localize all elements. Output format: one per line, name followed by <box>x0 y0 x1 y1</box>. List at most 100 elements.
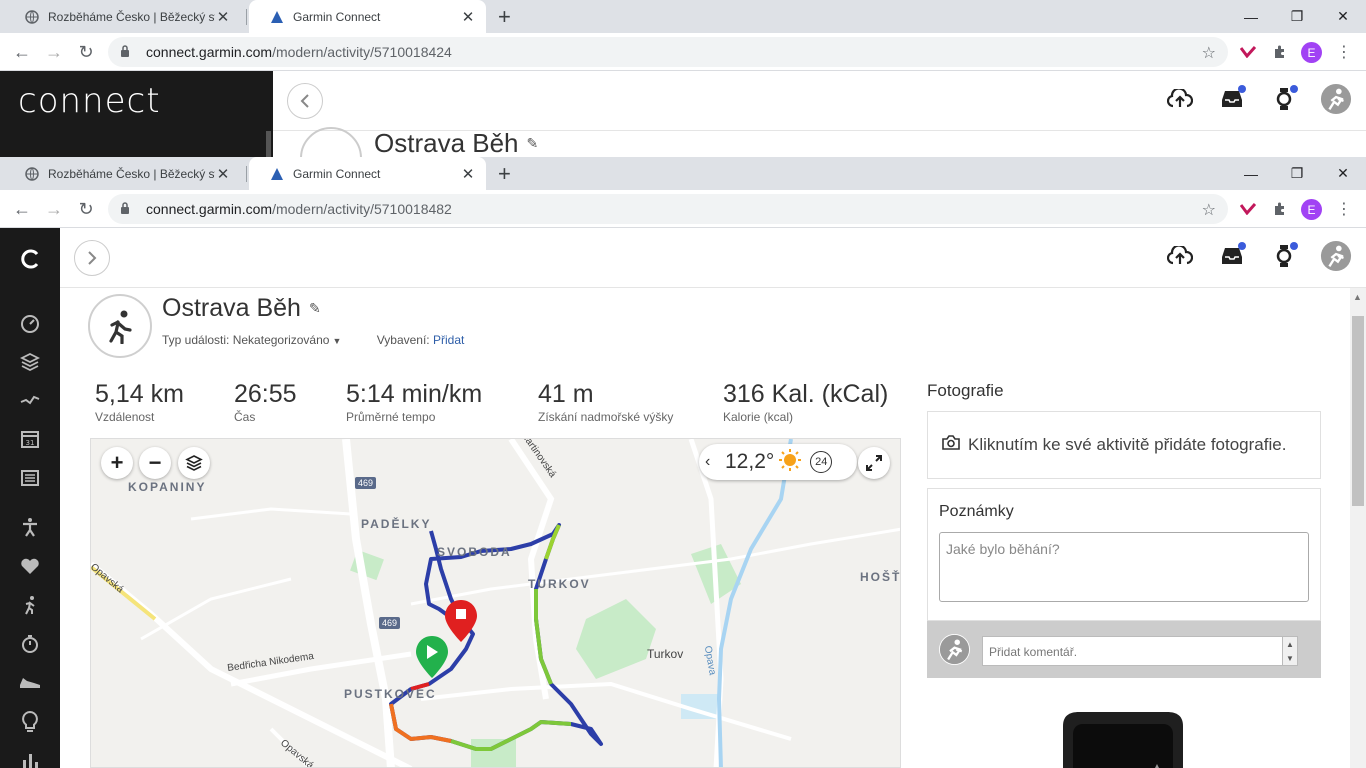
stopwatch-icon[interactable] <box>18 632 42 656</box>
close-tab-icon[interactable]: ✕ <box>215 165 231 183</box>
watch-device-icon[interactable] <box>1268 240 1300 272</box>
minimize-icon[interactable]: — <box>1228 157 1274 190</box>
dashboard-gauge-icon[interactable] <box>18 312 42 336</box>
bookmark-star-icon[interactable]: ☆ <box>1202 43 1216 63</box>
activity-header: Ostrava Běh ✎ Typ události: Nekategorizo… <box>88 294 464 358</box>
notes-title: Poznámky <box>939 503 1014 520</box>
extension-checkmark-icon[interactable] <box>1238 199 1258 219</box>
heart-health-icon[interactable] <box>18 554 42 578</box>
edit-pencil-icon[interactable]: ✎ <box>309 300 321 317</box>
scroll-up-icon[interactable]: ▲ <box>1353 292 1362 302</box>
event-type-label: Typ události: <box>162 333 230 347</box>
tab-separator <box>246 166 247 182</box>
event-type-dropdown[interactable]: Nekategorizováno ▼ <box>233 333 342 347</box>
sun-icon <box>778 448 802 477</box>
inbox-icon[interactable] <box>1216 83 1248 115</box>
upload-cloud-icon[interactable] <box>1164 240 1196 272</box>
user-avatar-icon[interactable] <box>1320 240 1352 272</box>
add-gear-link[interactable]: Přidat <box>433 333 464 347</box>
new-tab-icon[interactable]: + <box>498 161 511 187</box>
watch-device-icon[interactable] <box>1268 83 1300 115</box>
menu-dots-icon[interactable]: ⋮ <box>1334 42 1354 62</box>
url-path: /modern/activity/5710018482 <box>272 201 452 217</box>
comment-scroll-arrows[interactable]: ▲ ▼ <box>1282 636 1298 666</box>
tab-rozbehame[interactable]: Rozběháme Česko | Běžecký svět ✕ <box>4 0 241 33</box>
address-bar[interactable]: connect.garmin.com/modern/activity/57100… <box>108 37 1228 67</box>
map-label-turkov: TURKOV <box>528 577 591 591</box>
reload-icon[interactable]: ↻ <box>74 197 98 221</box>
close-tab-icon[interactable]: ✕ <box>460 8 476 26</box>
notification-dot <box>1290 242 1298 250</box>
back-arrow-icon[interactable]: ← <box>10 40 34 64</box>
zoom-out-button[interactable]: − <box>139 447 171 479</box>
edit-pencil-icon[interactable]: ✎ <box>527 135 539 152</box>
news-feed-icon[interactable] <box>18 466 42 490</box>
add-photos-box[interactable]: Kliknutím ke své aktivitě přidáte fotogr… <box>927 411 1321 479</box>
close-tab-icon[interactable]: ✕ <box>460 165 476 183</box>
close-window-icon[interactable]: ✕ <box>1320 0 1366 33</box>
extension-checkmark-icon[interactable] <box>1238 42 1258 62</box>
activity-map[interactable]: + − ‹ 12,2° 24 KOPANINY PADĚLKY SVOBODA … <box>90 438 901 768</box>
back-arrow-icon[interactable]: ← <box>10 197 34 221</box>
map-layers-button[interactable] <box>178 447 210 479</box>
sidebar-scrollbar[interactable] <box>266 131 271 157</box>
connect-c-logo-icon[interactable] <box>18 247 42 271</box>
extensions-puzzle-icon[interactable] <box>1270 199 1290 219</box>
zoom-in-button[interactable]: + <box>101 447 133 479</box>
bookmark-star-icon[interactable]: ☆ <box>1202 200 1216 220</box>
forward-arrow-icon[interactable]: → <box>42 40 66 64</box>
extensions-puzzle-icon[interactable] <box>1270 42 1290 62</box>
reload-icon[interactable]: ↻ <box>74 40 98 64</box>
upload-cloud-icon[interactable] <box>1164 83 1196 115</box>
back-garmin-app: connect Ostrava Běh ✎ <box>0 71 1366 157</box>
menu-dots-icon[interactable]: ⋮ <box>1334 199 1354 219</box>
window-controls: — ❐ ✕ <box>1228 157 1366 190</box>
minimize-icon[interactable]: — <box>1228 0 1274 33</box>
collapse-sidebar-button[interactable] <box>287 83 323 119</box>
fullscreen-expand-button[interactable] <box>858 447 890 479</box>
chevron-left-icon[interactable]: ‹ <box>705 453 719 471</box>
insights-bulb-icon[interactable] <box>18 710 42 734</box>
stat-label: Vzdálenost <box>95 410 155 424</box>
stat-time: 26:55 Čas <box>234 380 297 424</box>
activity-title[interactable]: Ostrava Běh <box>162 294 301 323</box>
tab-separator <box>246 9 247 25</box>
expand-sidebar-button[interactable] <box>74 240 110 276</box>
profile-avatar[interactable]: E <box>1301 199 1322 220</box>
profile-avatar[interactable]: E <box>1301 42 1322 63</box>
arrow-up-icon[interactable]: ▲ <box>1286 640 1294 649</box>
restore-icon[interactable]: ❐ <box>1274 157 1320 190</box>
page-scrollbar[interactable]: ▲ <box>1350 288 1366 768</box>
training-runner-icon[interactable] <box>18 593 42 617</box>
restore-icon[interactable]: ❐ <box>1274 0 1320 33</box>
notes-textarea[interactable]: Jaké bylo běhání? <box>939 532 1309 602</box>
close-window-icon[interactable]: ✕ <box>1320 157 1366 190</box>
scrollbar-thumb[interactable] <box>1352 316 1364 506</box>
tab-rozbehame[interactable]: Rozběháme Česko | Běžecký svět ✕ <box>4 157 241 190</box>
back-activity-title: Ostrava Běh <box>374 127 519 158</box>
layers-icon[interactable] <box>18 350 42 374</box>
reports-chart-icon[interactable] <box>18 748 42 768</box>
running-activity-icon[interactable] <box>88 294 152 358</box>
close-tab-icon[interactable]: ✕ <box>215 8 231 26</box>
connect-logo[interactable]: connect <box>18 81 161 121</box>
back-browser-window: Rozběháme Česko | Běžecký svět ✕ Garmin … <box>0 0 1366 157</box>
comment-input[interactable]: Přidat komentář. <box>982 636 1285 666</box>
fitness-person-icon[interactable] <box>18 515 42 539</box>
tab-garmin-connect[interactable]: Garmin Connect ✕ <box>249 0 486 33</box>
address-bar[interactable]: connect.garmin.com/modern/activity/57100… <box>108 194 1228 224</box>
tab-garmin-connect[interactable]: Garmin Connect ✕ <box>249 157 486 190</box>
lock-icon <box>120 201 134 217</box>
new-tab-icon[interactable]: + <box>498 4 511 30</box>
weather-widget[interactable]: ‹ 12,2° 24 <box>699 444 857 480</box>
arrow-down-icon[interactable]: ▼ <box>1286 654 1294 663</box>
inbox-icon[interactable] <box>1216 240 1248 272</box>
stat-value: 41 m <box>538 380 594 408</box>
24h-weather-icon[interactable]: 24 <box>810 451 833 473</box>
user-avatar-icon[interactable] <box>1320 83 1352 115</box>
activity-type-icon <box>300 127 362 157</box>
calendar-icon[interactable]: 31 <box>18 427 42 451</box>
activity-pulse-icon[interactable] <box>18 388 42 412</box>
forward-arrow-icon[interactable]: → <box>42 197 66 221</box>
gear-shoe-icon[interactable] <box>18 671 42 695</box>
